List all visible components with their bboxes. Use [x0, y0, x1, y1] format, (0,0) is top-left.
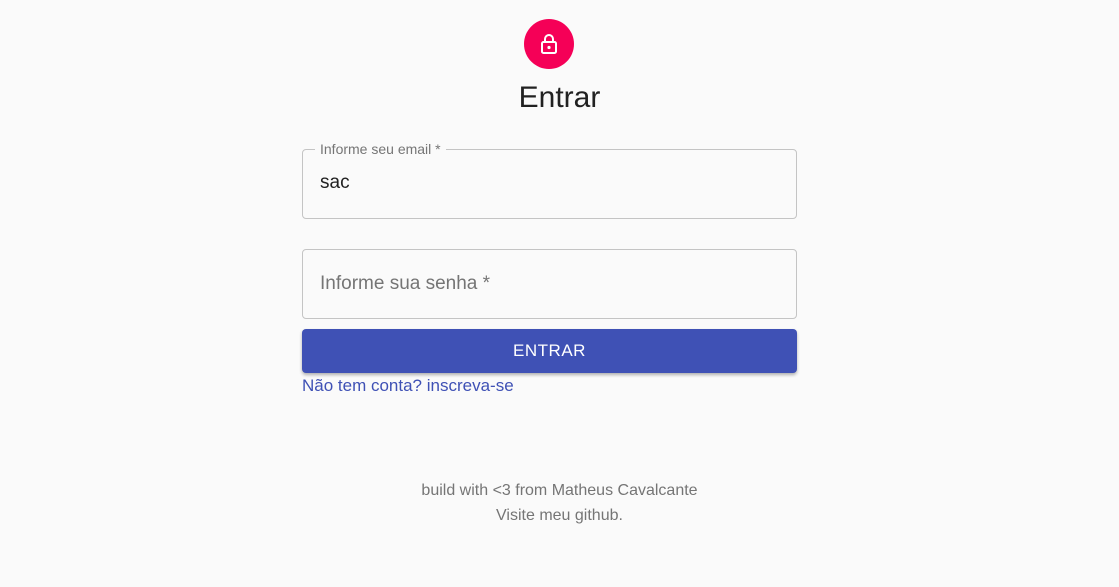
- page-title: Entrar: [518, 81, 601, 114]
- password-label: Informe sua senha *: [320, 273, 491, 294]
- password-field[interactable]: Informe sua senha *: [302, 249, 797, 319]
- lock-avatar: [524, 19, 574, 69]
- email-field[interactable]: Informe seu email *: [302, 141, 797, 219]
- email-label: Informe seu email *: [315, 141, 446, 157]
- footer-credit: build with <3 from Matheus Cavalcante: [421, 482, 698, 499]
- lock-icon: [541, 34, 557, 54]
- signup-link[interactable]: Não tem conta? inscreva-se: [302, 376, 514, 396]
- email-input[interactable]: [320, 172, 780, 194]
- github-link[interactable]: Visite meu github.: [0, 507, 1119, 525]
- submit-button[interactable]: ENTRAR: [302, 329, 797, 373]
